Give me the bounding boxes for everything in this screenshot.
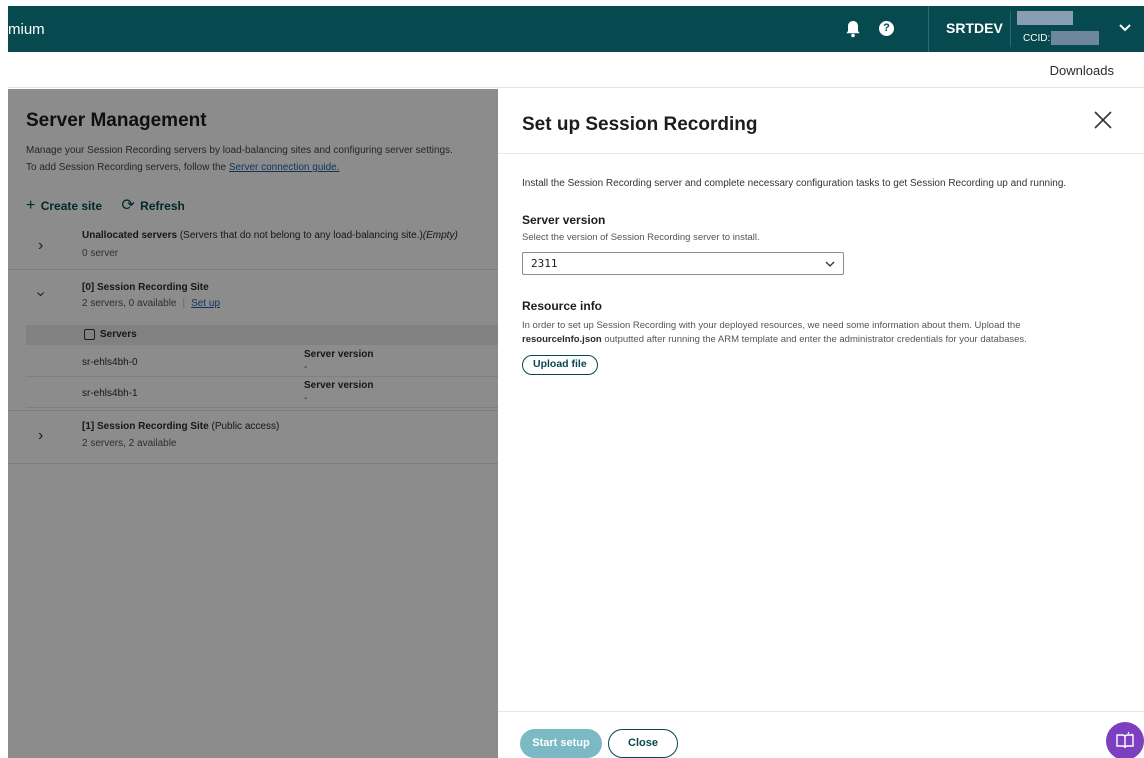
upload-file-button[interactable]: Upload file <box>522 355 598 375</box>
help-icon[interactable]: ? <box>879 21 894 36</box>
panel-divider <box>498 153 1144 154</box>
close-icon[interactable] <box>1092 109 1114 131</box>
help-guide-button[interactable] <box>1106 722 1144 758</box>
app-window: mium ? SRTDEV CCID: Downloads Server Man… <box>8 6 1144 758</box>
customer-id-block[interactable]: CCID: <box>1010 11 1104 47</box>
modal-backdrop[interactable] <box>8 89 498 758</box>
panel-intro: Install the Session Recording server and… <box>522 178 1067 189</box>
panel-title: Set up Session Recording <box>522 114 758 135</box>
server-version-select[interactable]: 2311 <box>522 252 844 275</box>
product-name: mium <box>8 21 45 38</box>
server-version-heading: Server version <box>522 213 606 227</box>
chevron-down-icon <box>825 261 835 267</box>
resource-file-name: resourceInfo.json <box>522 334 602 345</box>
selected-version: 2311 <box>531 257 558 270</box>
topbar-divider <box>928 6 929 52</box>
setup-session-recording-panel: Set up Session Recording Install the Ses… <box>498 89 1144 758</box>
footer-divider <box>498 711 1144 712</box>
redacted-block <box>1051 31 1099 45</box>
ccid-label: CCID: <box>1023 33 1051 44</box>
book-lightbulb-icon <box>1116 731 1134 749</box>
org-name[interactable]: SRTDEV <box>946 20 1003 36</box>
start-setup-button[interactable]: Start setup <box>520 729 602 758</box>
chevron-down-icon[interactable] <box>1116 18 1134 36</box>
resource-info-description: In order to set up Session Recording wit… <box>522 320 1021 331</box>
top-navigation-bar: mium ? SRTDEV CCID: <box>8 6 1144 52</box>
resource-info-rest: outputted after running the ARM template… <box>604 334 1027 345</box>
redacted-block <box>1017 11 1073 25</box>
resource-info-heading: Resource info <box>522 299 603 313</box>
resource-info-description-2: resourceInfo.json outputted after runnin… <box>522 334 1027 345</box>
server-version-description: Select the version of Session Recording … <box>522 232 760 243</box>
sub-header: Downloads <box>8 52 1144 88</box>
downloads-link[interactable]: Downloads <box>1050 63 1114 78</box>
close-button[interactable]: Close <box>608 729 678 758</box>
bell-icon[interactable] <box>844 18 862 40</box>
